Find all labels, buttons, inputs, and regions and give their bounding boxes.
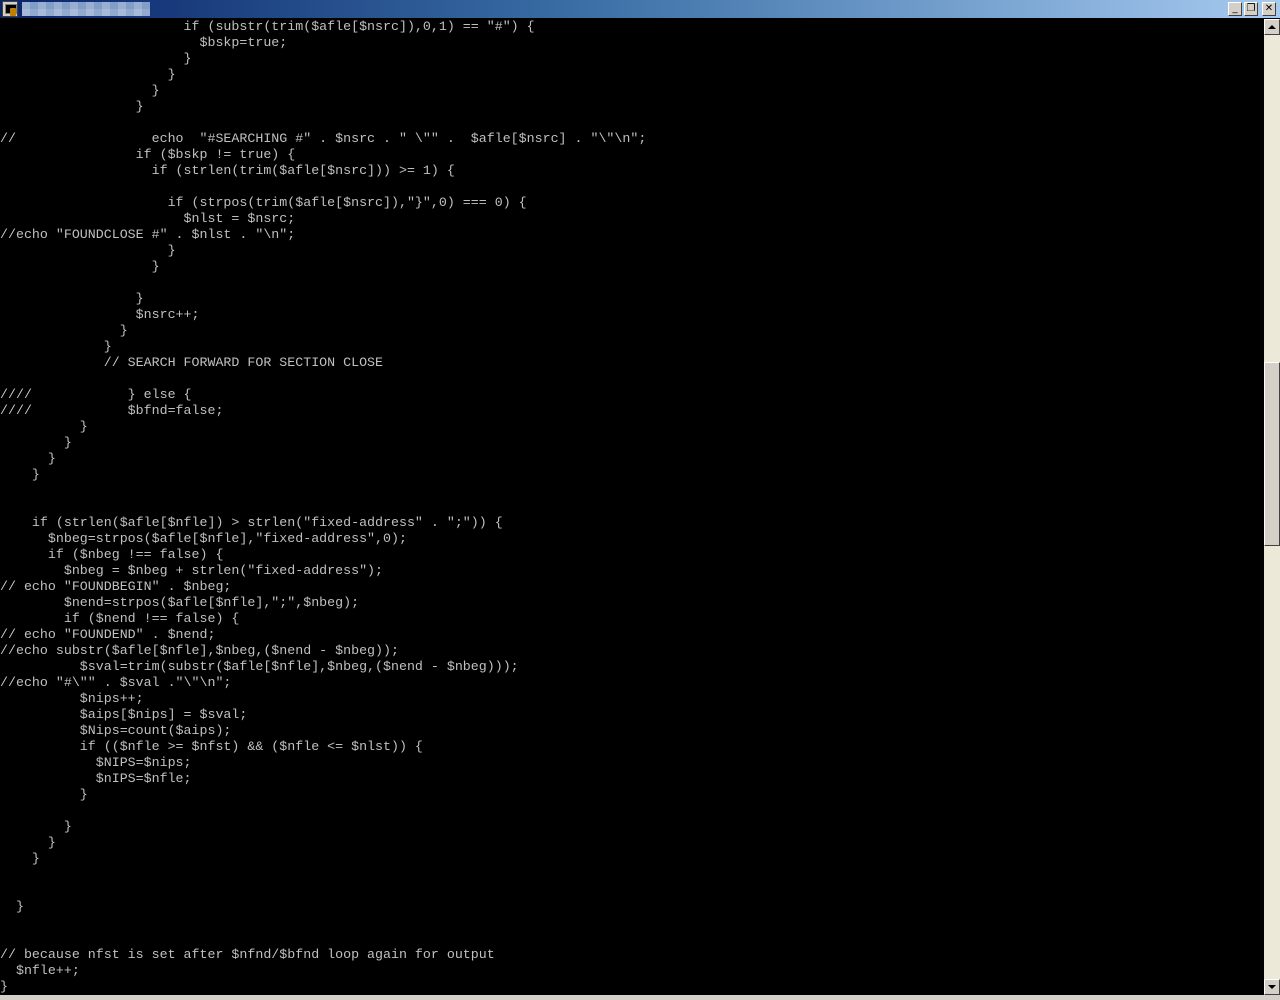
terminal-line: } — [0, 819, 72, 834]
terminal-line: if ($nbeg !== false) { — [0, 547, 224, 562]
terminal-line: // echo "#SEARCHING #" . $nsrc . " \"" .… — [0, 131, 647, 146]
scroll-up-arrow-icon[interactable] — [1264, 19, 1280, 35]
terminal-line: } — [0, 339, 112, 354]
terminal-line: if (strlen(trim($afle[$nsrc])) >= 1) { — [0, 163, 455, 178]
terminal-line: } — [0, 259, 160, 274]
terminal-line: // SEARCH FORWARD FOR SECTION CLOSE — [0, 355, 384, 370]
terminal-line: //echo "FOUNDCLOSE #" . $nlst . "\n"; — [0, 227, 296, 242]
terminal-line: } — [0, 243, 176, 258]
terminal-line: if ($nend !== false) { — [0, 611, 240, 626]
window-title-redacted — [22, 2, 150, 16]
terminal-line: $nbeg=strpos($afle[$nfle],"fixed-address… — [0, 531, 407, 546]
window-bottom-border — [0, 995, 1280, 1000]
terminal-line: $nlst = $nsrc; — [0, 211, 296, 226]
terminal-line: } — [0, 83, 160, 98]
terminal-window: _ ❐ ✕ if (substr(trim($afle[$nsrc]),0,1)… — [0, 0, 1280, 1000]
title-bar[interactable]: _ ❐ ✕ — [0, 0, 1280, 18]
terminal-line: $bskp=true; — [0, 35, 288, 50]
minimize-button[interactable]: _ — [1228, 2, 1242, 16]
terminal-line: //// } else { — [0, 387, 192, 402]
terminal-line: } — [0, 67, 176, 82]
terminal-line: // echo "FOUNDBEGIN" . $nbeg; — [0, 579, 232, 594]
terminal-line: } — [0, 467, 40, 482]
terminal-line: //echo substr($afle[$nfle],$nbeg,($nend … — [0, 643, 399, 658]
terminal-line: // echo "FOUNDEND" . $nend; — [0, 627, 216, 642]
terminal-line: $nips++; — [0, 691, 144, 706]
terminal-line: if (strpos(trim($afle[$nsrc]),"}",0) ===… — [0, 195, 527, 210]
terminal-line: } — [0, 787, 88, 802]
terminal-line: } — [0, 51, 192, 66]
terminal-line: $nbeg = $nbeg + strlen("fixed-address"); — [0, 563, 384, 578]
close-button[interactable]: ✕ — [1262, 2, 1276, 16]
terminal-line: // because nfst is set after $nfnd/$bfnd… — [0, 947, 495, 962]
terminal-app-icon[interactable] — [2, 1, 18, 17]
terminal-line: } — [0, 851, 40, 866]
terminal-line: } — [0, 451, 56, 466]
terminal-line: if (strlen($afle[$nfle]) > strlen("fixed… — [0, 515, 503, 530]
maximize-button[interactable]: ❐ — [1244, 2, 1258, 16]
scrollbar-thumb[interactable] — [1264, 362, 1280, 546]
terminal-line: } — [0, 979, 8, 994]
vertical-scrollbar[interactable] — [1264, 19, 1280, 995]
terminal-line: //echo "#\"" . $sval ."\"\n"; — [0, 675, 232, 690]
terminal-line: //// $bfnd=false; — [0, 403, 224, 418]
terminal-line: $nIPS=$nfle; — [0, 771, 192, 786]
scroll-down-arrow-icon[interactable] — [1264, 979, 1280, 995]
terminal-line: $nfle++; — [0, 963, 80, 978]
terminal-line: $nsrc++; — [0, 307, 200, 322]
terminal-line: $nend=strpos($afle[$nfle],";",$nbeg); — [0, 595, 360, 610]
terminal-output[interactable]: if (substr(trim($afle[$nsrc]),0,1) == "#… — [0, 19, 1264, 995]
terminal-line: } — [0, 435, 72, 450]
terminal-line: } — [0, 899, 24, 914]
terminal-line: } — [0, 419, 88, 434]
terminal-line: if ($bskp != true) { — [0, 147, 296, 162]
terminal-line: $sval=trim(substr($afle[$nfle],$nbeg,($n… — [0, 659, 519, 674]
terminal-line: } — [0, 99, 144, 114]
terminal-line: if (substr(trim($afle[$nsrc]),0,1) == "#… — [0, 19, 535, 34]
terminal-line: } — [0, 835, 56, 850]
terminal-line: $aips[$nips] = $sval; — [0, 707, 248, 722]
terminal-line: $NIPS=$nips; — [0, 755, 192, 770]
terminal-line: $Nips=count($aips); — [0, 723, 232, 738]
terminal-line: } — [0, 323, 128, 338]
terminal-line: if (($nfle >= $nfst) && ($nfle <= $nlst)… — [0, 739, 423, 754]
terminal-line: } — [0, 291, 144, 306]
